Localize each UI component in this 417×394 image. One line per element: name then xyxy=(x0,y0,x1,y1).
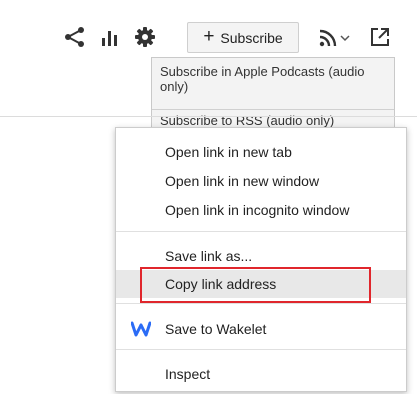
menu-item-save-to-wakelet[interactable]: Save to Wakelet xyxy=(116,315,406,343)
menu-item-open-incognito[interactable]: Open link in incognito window xyxy=(116,196,406,224)
menu-separator xyxy=(116,349,406,350)
menu-item-label: Open link in incognito window xyxy=(165,202,350,218)
subscribe-apple-podcasts-option[interactable]: Subscribe in Apple Podcasts (audio only) xyxy=(160,64,388,94)
subscribe-dropdown: Subscribe in Apple Podcasts (audio only)… xyxy=(151,57,395,129)
menu-item-label: Save link as... xyxy=(165,248,253,264)
stats-icon[interactable] xyxy=(97,25,123,51)
menu-item-inspect[interactable]: Inspect xyxy=(116,360,406,388)
menu-separator xyxy=(116,231,406,232)
menu-item-label: Open link in new tab xyxy=(165,144,292,160)
share-icon[interactable] xyxy=(62,24,88,50)
subscribe-button-label: Subscribe xyxy=(220,29,283,46)
gear-icon[interactable] xyxy=(132,24,158,50)
menu-item-open-new-tab[interactable]: Open link in new tab xyxy=(116,138,406,166)
rss-icon[interactable] xyxy=(316,25,340,51)
context-menu: Open link in new tab Open link in new wi… xyxy=(115,127,407,392)
menu-item-label: Inspect xyxy=(165,366,211,382)
menu-item-label: Save to Wakelet xyxy=(165,321,267,337)
plus-icon: + xyxy=(203,26,215,47)
menu-item-save-link-as[interactable]: Save link as... xyxy=(116,242,406,270)
chevron-down-icon[interactable] xyxy=(338,30,352,46)
menu-separator xyxy=(116,303,406,304)
dropdown-divider xyxy=(152,109,394,110)
menu-item-open-new-window[interactable]: Open link in new window xyxy=(116,167,406,195)
highlight-annotation-box xyxy=(140,267,371,303)
page-divider xyxy=(0,116,417,117)
subscribe-button[interactable]: + Subscribe xyxy=(187,22,299,53)
wakelet-icon xyxy=(130,321,152,337)
menu-item-label: Open link in new window xyxy=(165,173,320,189)
external-link-icon[interactable] xyxy=(367,24,393,50)
